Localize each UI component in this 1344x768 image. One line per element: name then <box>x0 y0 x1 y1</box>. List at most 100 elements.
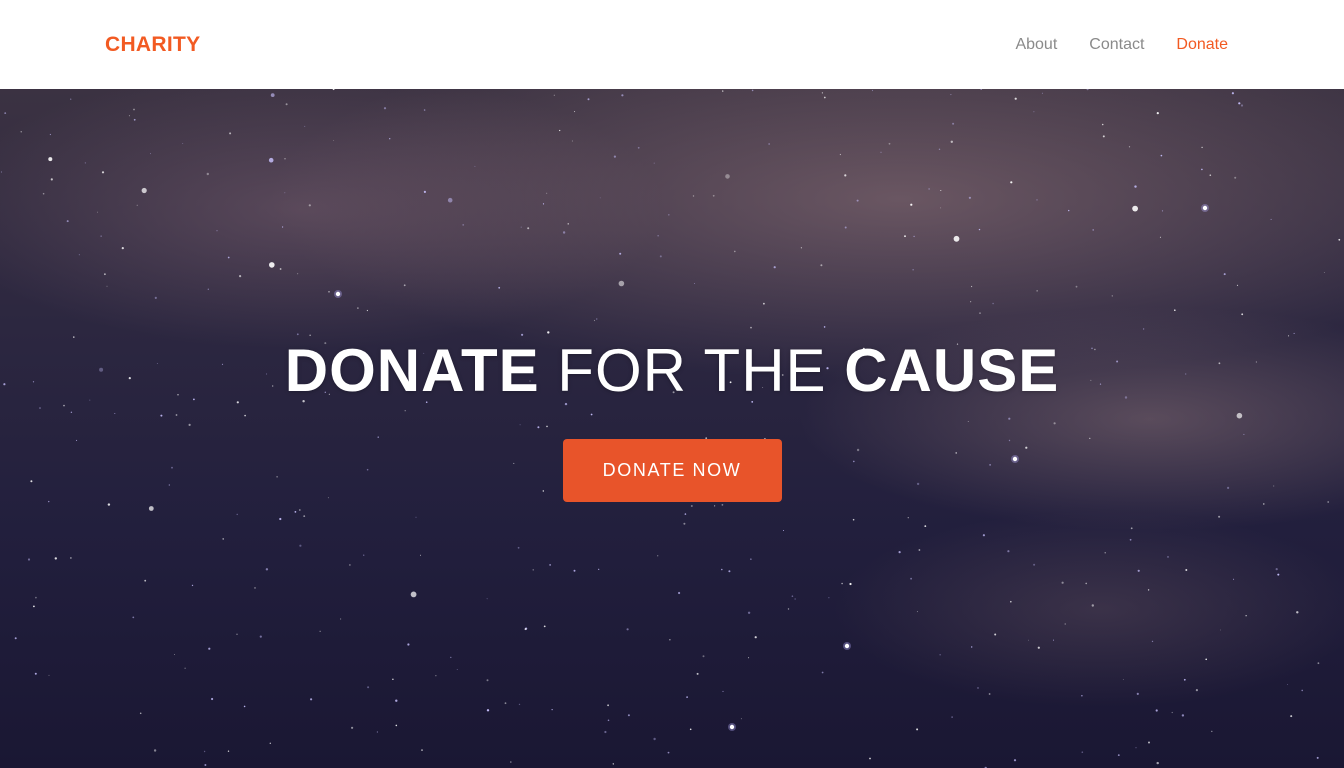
star <box>748 657 750 659</box>
star <box>604 730 607 734</box>
star <box>78 254 80 256</box>
star <box>284 158 286 160</box>
star <box>139 712 142 715</box>
star <box>265 568 269 571</box>
star <box>366 309 368 312</box>
star <box>721 568 723 571</box>
star <box>725 174 730 179</box>
star <box>839 153 842 156</box>
star <box>299 544 302 547</box>
star <box>763 302 765 305</box>
star <box>653 162 655 164</box>
star <box>1085 582 1087 585</box>
star <box>953 235 960 242</box>
star <box>1013 759 1017 762</box>
star <box>607 719 610 722</box>
nav-link-contact[interactable]: Contact <box>1089 36 1144 54</box>
star <box>1122 679 1124 680</box>
star <box>714 505 716 507</box>
star <box>296 333 299 336</box>
star <box>1263 503 1265 505</box>
star <box>686 696 688 698</box>
star <box>1033 111 1035 113</box>
star <box>740 718 742 720</box>
star <box>916 611 918 613</box>
star <box>48 157 53 162</box>
star <box>712 194 715 197</box>
star <box>787 608 790 610</box>
star <box>750 326 752 329</box>
star <box>689 728 692 731</box>
star <box>270 93 275 97</box>
star <box>279 517 282 521</box>
star <box>692 195 695 197</box>
star <box>547 331 550 334</box>
star <box>1064 623 1066 625</box>
star <box>474 165 476 167</box>
nav-link-donate[interactable]: Donate <box>1176 36 1228 54</box>
star <box>1068 209 1070 212</box>
star <box>332 89 335 91</box>
star <box>1134 185 1137 188</box>
star <box>1129 538 1132 541</box>
star <box>667 751 670 754</box>
star <box>800 247 803 249</box>
hero-section: DONATE FOR THE CAUSE DONATE NOW <box>0 89 1344 768</box>
star <box>269 262 275 268</box>
star <box>532 569 534 571</box>
star <box>1323 272 1325 273</box>
star <box>191 584 194 587</box>
star <box>236 633 238 635</box>
star <box>521 333 524 336</box>
star <box>1014 97 1017 100</box>
star <box>980 89 982 90</box>
star <box>994 633 997 636</box>
star <box>48 674 50 676</box>
star <box>940 190 942 191</box>
star <box>1053 639 1054 641</box>
star <box>136 204 138 206</box>
star <box>1301 689 1303 692</box>
star <box>734 250 736 253</box>
star <box>950 94 952 96</box>
star <box>626 628 629 631</box>
star <box>627 714 630 717</box>
brand-logo-link[interactable]: CHARITY <box>105 33 200 57</box>
star <box>239 275 242 278</box>
star <box>1288 335 1290 337</box>
star <box>828 597 830 599</box>
star <box>1101 123 1104 126</box>
star <box>1241 313 1244 316</box>
star <box>1036 290 1038 292</box>
star <box>1142 328 1145 330</box>
star <box>821 92 824 94</box>
star <box>70 557 72 559</box>
star <box>1155 709 1158 712</box>
nav-link-about[interactable]: About <box>1015 36 1057 54</box>
star <box>100 235 102 237</box>
star <box>952 122 955 125</box>
star <box>694 283 695 284</box>
star <box>282 226 284 228</box>
star <box>34 672 37 675</box>
star <box>268 157 274 163</box>
star <box>498 286 501 289</box>
star <box>918 549 921 551</box>
star <box>208 647 211 650</box>
star <box>211 697 214 701</box>
star <box>1195 689 1198 692</box>
star <box>50 178 53 181</box>
star <box>1151 640 1154 643</box>
star <box>823 326 826 328</box>
star <box>304 125 306 127</box>
star <box>546 192 548 194</box>
star <box>486 598 488 600</box>
star <box>20 131 22 133</box>
star <box>596 318 598 320</box>
star <box>1156 761 1159 765</box>
star <box>912 269 914 271</box>
star <box>1010 181 1013 184</box>
star <box>928 188 930 190</box>
donate-now-button[interactable]: DONATE NOW <box>562 439 782 502</box>
star <box>684 513 687 515</box>
